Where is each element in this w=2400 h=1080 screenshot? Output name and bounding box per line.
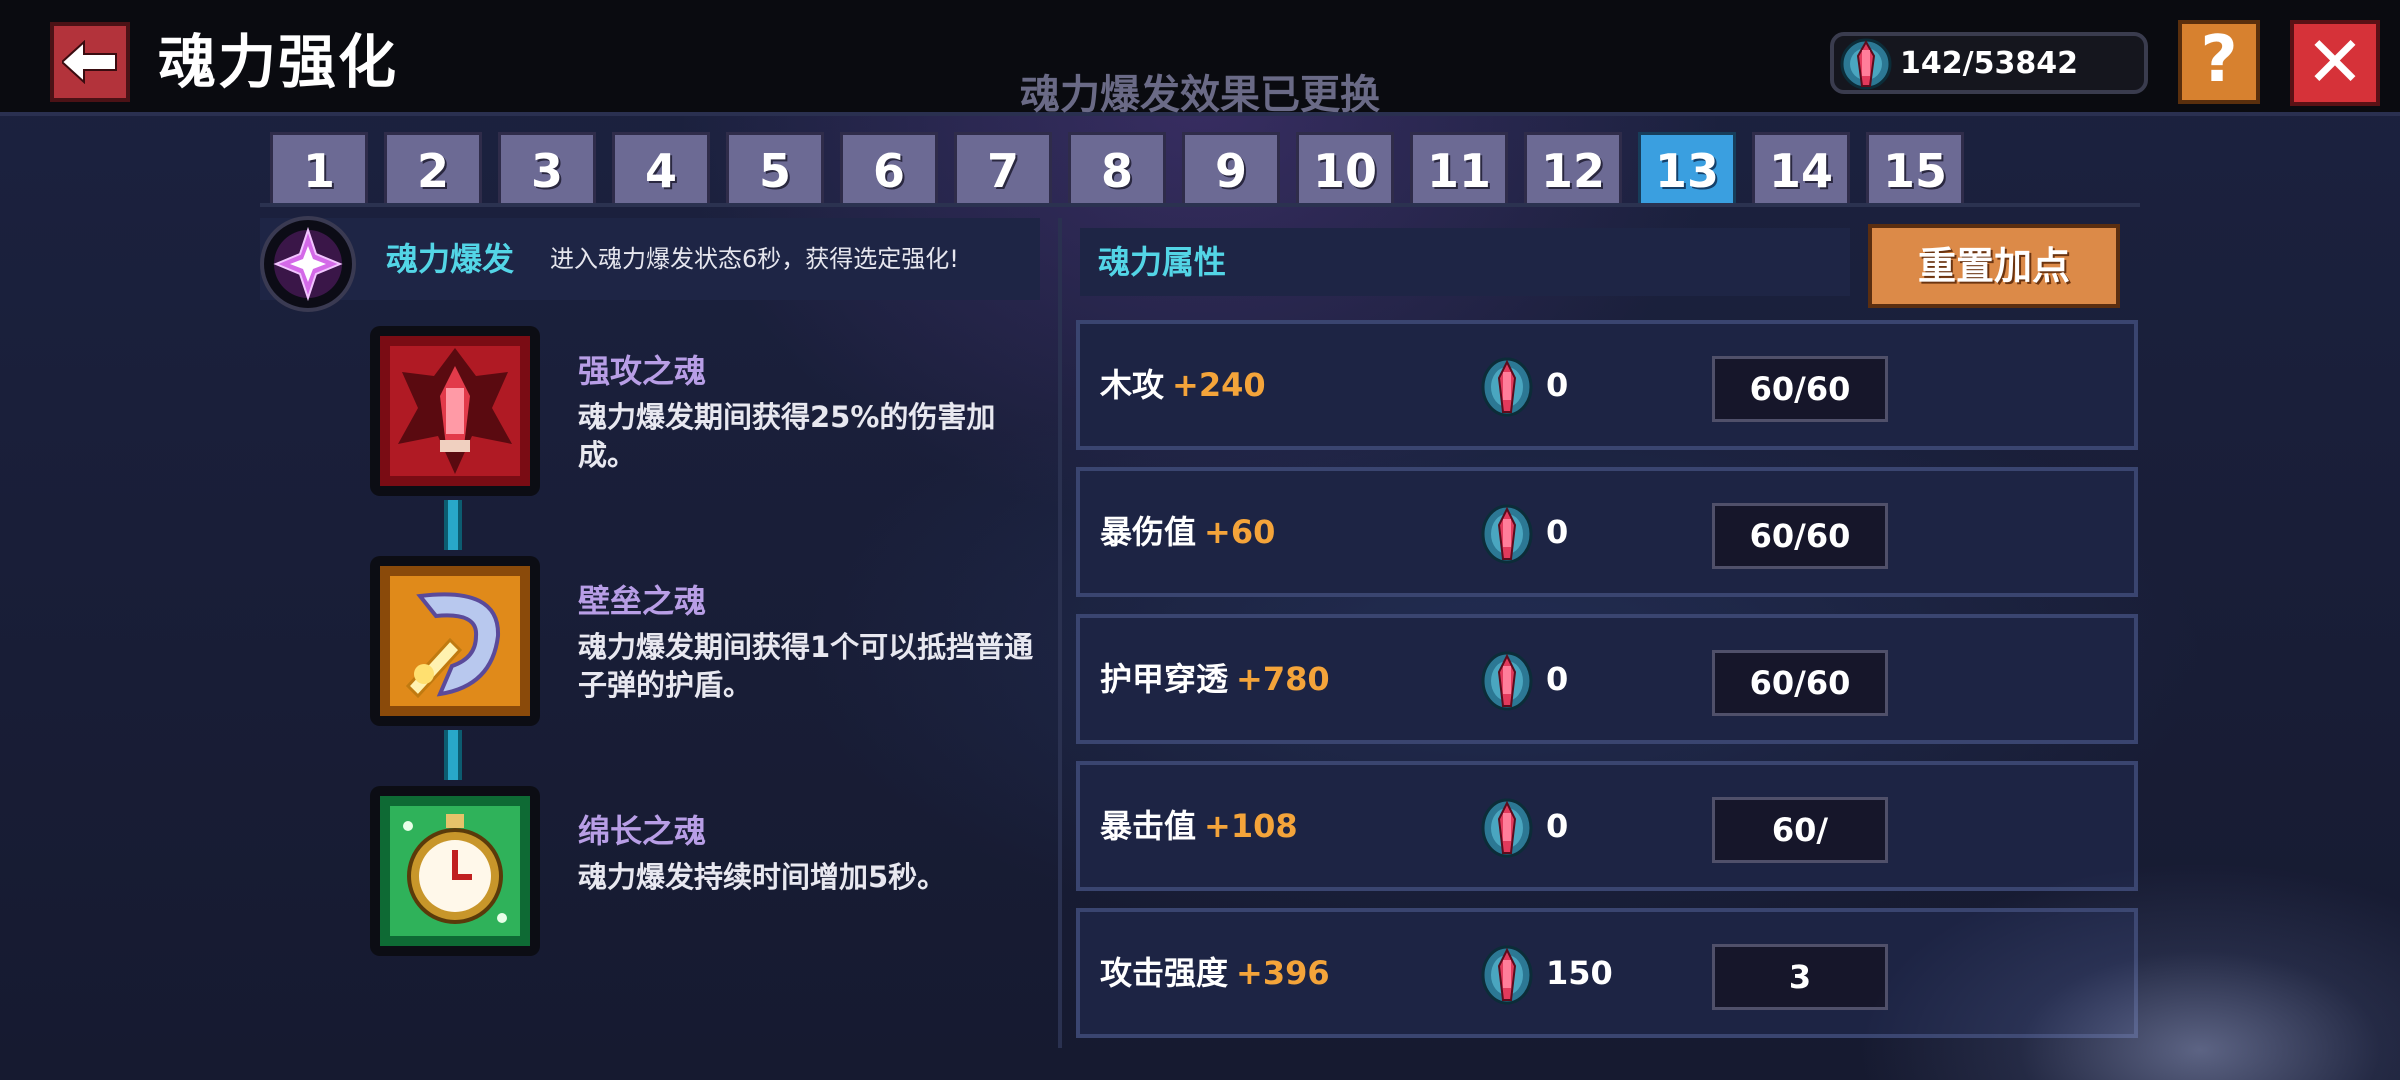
tab-10[interactable]: 10 [1296, 132, 1394, 204]
attribute-level: 60/60 [1712, 356, 1888, 422]
soul-icon-frame [370, 326, 540, 496]
attribute-bonus: +108 [1204, 807, 1298, 845]
soul-burst-title: 魂力爆发 [386, 240, 515, 278]
attribute-name: 暴伤值 [1100, 513, 1197, 551]
attribute-cost: 0 [1546, 366, 1569, 404]
toast-message: 魂力爆发效果已更换 [1020, 72, 1380, 118]
attribute-label: 攻击强度 +396 [1100, 912, 1330, 1034]
attribute-level: 60/ [1712, 797, 1888, 863]
tab-7[interactable]: 7 [954, 132, 1052, 204]
reset-points-button[interactable]: 重置加点 [1868, 224, 2120, 308]
attribute-name: 护甲穿透 [1100, 660, 1229, 698]
shield-soul-icon [380, 566, 530, 716]
attack-soul-icon [380, 336, 530, 486]
soul-connector [444, 500, 462, 550]
attribute-cost: 0 [1546, 807, 1569, 845]
tab-9[interactable]: 9 [1182, 132, 1280, 204]
tab-12[interactable]: 12 [1524, 132, 1622, 204]
tab-14[interactable]: 14 [1752, 132, 1850, 204]
soul-name: 壁垒之魂 [578, 582, 707, 620]
soul-gem-icon [1840, 38, 1892, 90]
attribute-bonus: +60 [1204, 513, 1276, 551]
attribute-name: 暴击值 [1100, 807, 1197, 845]
attribute-label: 暴伤值 +60 [1100, 471, 1275, 593]
soul-icon-frame [370, 786, 540, 956]
attribute-cost: 0 [1546, 513, 1569, 551]
soul-description: 魂力爆发期间获得25%的伤害加成。 [578, 400, 996, 472]
soul-gem-icon [1481, 945, 1533, 1005]
attribute-name: 木攻 [1100, 366, 1165, 404]
attribute-bonus: +780 [1236, 660, 1330, 698]
attribute-cost: 150 [1546, 954, 1613, 992]
tab-2[interactable]: 2 [384, 132, 482, 204]
attributes-title: 魂力属性 [1098, 243, 1227, 281]
soul-name: 绵长之魂 [578, 812, 707, 850]
tab-3[interactable]: 3 [498, 132, 596, 204]
currency-value: 142/53842 [1900, 46, 2078, 81]
attribute-label: 护甲穿透 +780 [1100, 618, 1330, 740]
attribute-label: 暴击值 +108 [1100, 765, 1298, 887]
soul-burst-icon [260, 216, 356, 312]
soul-currency: 142/53842 [1830, 32, 2148, 94]
soul-burst-header: 魂力爆发 进入魂力爆发状态6秒，获得选定强化! [260, 216, 1040, 312]
attribute-bonus: +240 [1172, 366, 1266, 404]
attribute-bonus: +396 [1236, 954, 1330, 992]
tab-6[interactable]: 6 [840, 132, 938, 204]
attribute-row[interactable]: 护甲穿透 +780 0 60/60 [1076, 614, 2138, 744]
soul-gem-icon [1481, 357, 1533, 417]
attribute-level: 3 [1712, 944, 1888, 1010]
attribute-name: 攻击强度 [1100, 954, 1229, 992]
soul-name: 强攻之魂 [578, 352, 707, 390]
page-title: 魂力强化 [158, 28, 399, 96]
tab-1[interactable]: 1 [270, 132, 368, 204]
soul-description: 魂力爆发期间获得1个可以抵挡普通子弹的护盾。 [578, 630, 1034, 702]
back-button[interactable] [50, 22, 130, 102]
close-button[interactable]: ✕ [2290, 20, 2380, 106]
tab-8[interactable]: 8 [1068, 132, 1166, 204]
tab-15[interactable]: 15 [1866, 132, 1964, 204]
attribute-level: 60/60 [1712, 650, 1888, 716]
tabs-divider [260, 203, 2140, 207]
help-button[interactable]: ? [2178, 20, 2260, 104]
attribute-level: 60/60 [1712, 503, 1888, 569]
attribute-row[interactable]: 暴伤值 +60 0 60/60 [1076, 467, 2138, 597]
soul-description: 魂力爆发持续时间增加5秒。 [578, 860, 947, 894]
tab-4[interactable]: 4 [612, 132, 710, 204]
soul-icon-frame [370, 556, 540, 726]
panel-divider [1058, 218, 1062, 1048]
tab-13[interactable]: 13 [1638, 132, 1736, 204]
attribute-cost: 0 [1546, 660, 1569, 698]
soul-burst-description: 进入魂力爆发状态6秒，获得选定强化! [550, 245, 959, 273]
tab-5[interactable]: 5 [726, 132, 824, 204]
tab-11[interactable]: 11 [1410, 132, 1508, 204]
soul-gem-icon [1481, 798, 1533, 858]
attribute-row[interactable]: 暴击值 +108 0 60/ [1076, 761, 2138, 891]
attribute-label: 木攻 +240 [1100, 324, 1266, 446]
soul-gem-icon [1481, 651, 1533, 711]
attribute-row[interactable]: 木攻 +240 0 60/60 [1076, 320, 2138, 450]
soul-gem-icon [1481, 504, 1533, 564]
arrow-left-icon [62, 40, 117, 84]
soul-connector [444, 730, 462, 780]
stopwatch-soul-icon [380, 796, 530, 946]
attributes-header: 魂力属性 [1080, 228, 1850, 296]
attribute-row[interactable]: 攻击强度 +396 150 3 [1076, 908, 2138, 1038]
